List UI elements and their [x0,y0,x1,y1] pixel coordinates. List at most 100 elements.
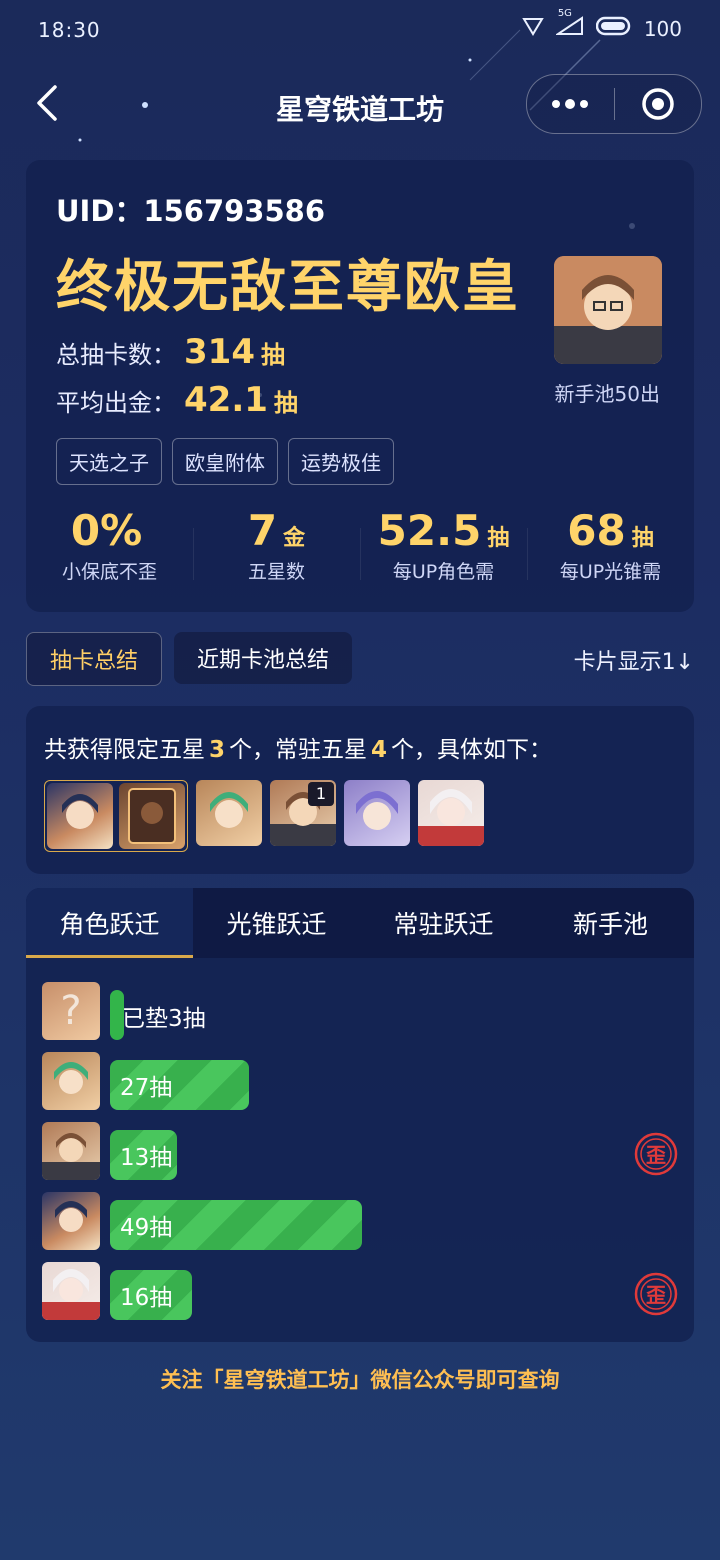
character-avatar [554,256,662,364]
metrics-row: 0% 小保底不歪 7金 五星数 52.5 抽 每UP角色需 68 抽 每UP光锥需 [26,506,694,596]
pull-history-list: ? 已垫3抽 27抽 13抽 歪 49抽 16抽 歪 [42,982,678,1332]
duplicate-badge: 1 [308,782,334,806]
metric-value: 52.5 [377,506,482,555]
svg-text:?: ? [60,988,81,1034]
profile-summary-card: UID：156793586 终极无敌至尊欧皇 总抽卡数： 314 抽 平均出金： 42… [26,160,694,612]
target-close-icon [642,88,674,120]
lost-badge-text: 歪 [646,1283,666,1307]
avatar-caption: 新手池50出 [554,382,660,406]
character-thumb[interactable] [196,780,262,846]
uid-text: UID：156793586 [56,194,326,228]
character-thumb[interactable] [418,780,484,846]
pull-row: 13抽 歪 [42,1122,678,1192]
metric-label: 每UP角色需 [392,561,495,583]
total-pulls-line: 总抽卡数： 314 抽 [56,332,285,372]
metric-pity-win: 0% 小保底不歪 [26,506,193,596]
pool-tabs: 角色跃迁 光锥跃迁 常驻跃迁 新手池 [26,888,694,958]
metric-value: 0% [70,506,143,555]
avg-gold-line: 平均出金： 42.1 抽 [56,380,298,420]
character-thumb[interactable]: 1 [270,780,336,846]
limited-count: 3 [209,737,226,763]
character-thumb[interactable] [47,783,113,849]
signal-icon: 5G [554,8,584,41]
total-pulls-unit: 抽 [260,341,285,369]
rank-title: 终极无敌至尊欧皇 [56,255,520,320]
character-portrait-icon [418,789,484,846]
tag: 天选之子 [56,438,162,485]
tab-character-warp[interactable]: 角色跃迁 [26,888,193,958]
lost-badge-text: 歪 [646,1143,666,1167]
metric-label: 每UP光锥需 [559,561,662,583]
pull-bar: 49抽 [110,1200,363,1250]
avg-gold-value: 42.1 [184,380,268,420]
lightcone-icon [128,788,176,844]
character-avatar [42,1262,100,1320]
limited-thumb-group [44,780,188,852]
character-portrait-icon [62,794,98,829]
pull-count-label: 16抽 [120,1285,173,1311]
lightcone-thumb[interactable] [119,783,185,849]
pull-count-label: 已垫3抽 [122,1006,206,1032]
close-miniprogram-button[interactable] [615,75,702,133]
wifi-icon [522,16,544,41]
character-portrait-icon [42,1133,100,1180]
metric-label: 五星数 [247,561,305,583]
tab-recent-pools[interactable]: 近期卡池总结 [174,632,352,684]
metric-unit: 金 [283,526,306,551]
tag: 欧皇附体 [172,438,278,485]
battery-icon [595,16,632,41]
metric-unit: 抽 [487,526,510,551]
pull-bar: 27抽 [110,1060,250,1110]
character-thumb[interactable] [344,780,410,846]
status-bar: 18:30 5G 100 [0,0,720,62]
pull-bar: 13抽 [110,1130,177,1180]
unknown-character-avatar: ? [42,982,100,1040]
status-time: 18:30 [38,18,101,42]
pull-row: ? 已垫3抽 [42,982,678,1052]
network-type: 5G [557,8,572,19]
pull-row: 49抽 [42,1192,678,1262]
character-portrait-icon [54,1062,88,1094]
character-portrait-icon [42,1269,100,1320]
metric-unit: 抽 [631,526,654,551]
mini-program-capsule [526,74,702,134]
metric-value: 68 [567,506,626,555]
obtained-thumbnails: 1 [44,780,484,852]
pull-row: 27抽 [42,1052,678,1122]
tag: 运势极佳 [288,438,394,485]
metric-up-character: 52.5 抽 每UP角色需 [360,506,527,596]
pull-bar: 16抽 [110,1270,193,1320]
more-button[interactable] [527,75,614,133]
tab-standard-warp[interactable]: 常驻跃迁 [360,888,527,958]
tab-pull-summary[interactable]: 抽卡总结 [26,632,162,686]
obtained-prefix: 共获得限定五星 [44,737,205,763]
metric-value: 7 [247,506,278,555]
avg-gold-label: 平均出金： [56,389,176,417]
obtained-suffix: 个，具体如下： [391,737,553,763]
summary-tabs: 抽卡总结 近期卡池总结 卡片显示1↓ [26,632,694,686]
obtained-summary-text: 共获得限定五星 3 个，常驻五星 4 个，具体如下： [44,730,552,764]
card-display-toggle[interactable]: 卡片显示1↓ [574,644,694,676]
obtained-summary-card: 共获得限定五星 3 个，常驻五星 4 个，具体如下： 1 [26,706,694,874]
tab-lightcone-warp[interactable]: 光锥跃迁 [193,888,360,958]
pull-count-label: 49抽 [120,1215,173,1241]
total-pulls-label: 总抽卡数： [56,341,176,369]
footer-note: 关注「星穹铁道工坊」微信公众号即可查询 [160,1368,560,1392]
tab-beginner-pool[interactable]: 新手池 [527,888,694,958]
metric-five-star-count: 7金 五星数 [193,506,360,596]
metric-up-lightcone: 68 抽 每UP光锥需 [527,506,694,596]
lost-5050-badge-icon: 歪 [634,1272,678,1316]
question-mark-icon: ? [60,988,81,1034]
obtained-middle: 个，常驻五星 [229,737,368,763]
avg-gold-unit: 抽 [273,389,298,417]
pool-history-card: 角色跃迁 光锥跃迁 常驻跃迁 新手池 ? 已垫3抽 27抽 13抽 歪 49抽 … [26,888,694,1342]
standard-count: 4 [371,737,388,763]
navigation-bar: 星穹铁道工坊 [0,66,720,146]
total-pulls-value: 314 [184,332,255,372]
pull-count-label: 27抽 [120,1075,173,1101]
pull-row: 16抽 歪 [42,1262,678,1332]
character-avatar [42,1052,100,1110]
character-portrait-icon [55,1201,87,1232]
character-portrait-icon [210,792,248,828]
tag-list: 天选之子 欧皇附体 运势极佳 [56,438,394,485]
